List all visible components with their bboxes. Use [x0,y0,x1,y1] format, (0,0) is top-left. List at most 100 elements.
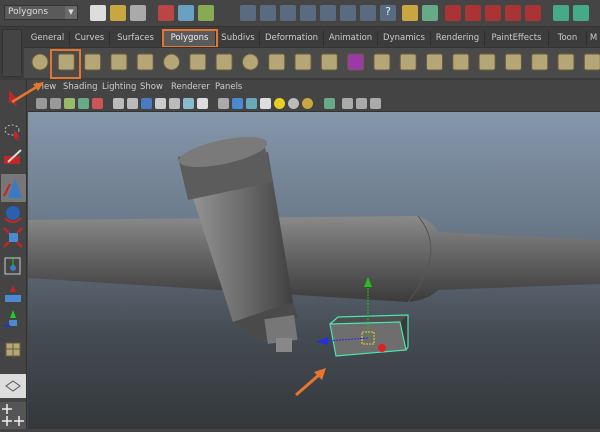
lock-selection-icon[interactable] [402,5,418,21]
extrude-icon[interactable] [373,53,391,71]
sculpt-icon[interactable] [347,53,365,71]
selected-cube[interactable] [329,314,409,357]
output-connections-icon[interactable] [573,5,589,21]
poly-torus-icon[interactable] [163,53,180,71]
cut-face-icon[interactable] [531,53,549,71]
x-axis-handle[interactable] [378,344,386,352]
select-by-hierarchy-icon[interactable] [158,5,174,21]
wedge-icon[interactable] [452,53,470,71]
image-plane-icon[interactable] [78,98,89,109]
field-chart-icon[interactable] [169,98,180,109]
tab-painteffects[interactable]: PaintEffects [485,31,549,46]
paint-select-icon[interactable] [4,149,22,164]
single-perspective-layout-icon[interactable] [0,374,26,398]
film-gate-icon[interactable] [127,98,138,109]
use-all-lights-icon[interactable] [274,98,285,109]
pipe-mesh[interactable] [28,131,600,352]
poly-pipe-icon[interactable] [215,53,233,71]
snap-view-plane-icon[interactable] [505,5,521,21]
textured-icon[interactable] [260,98,271,109]
select-handles-icon[interactable] [240,5,256,21]
menu-shading[interactable]: Shading [63,82,98,92]
tab-toon[interactable]: Toon [549,31,587,46]
split-icon[interactable] [426,53,443,71]
snap-curve-icon[interactable] [465,5,481,21]
poly-cube-icon[interactable] [57,53,75,71]
poly-soccer-ball-icon[interactable] [241,53,259,71]
isolate-select-icon[interactable] [324,98,335,109]
select-curves-icon[interactable] [280,5,296,21]
tab-more[interactable]: M [587,31,600,46]
separate-icon[interactable] [294,53,312,71]
graph-icon[interactable] [370,98,381,109]
perspective-viewport[interactable] [28,112,600,429]
shelf-options-handle[interactable] [2,29,22,77]
menu-lighting[interactable]: Lighting [102,82,136,92]
tab-subdivs[interactable]: Subdivs [217,31,260,46]
open-scene-icon[interactable] [110,5,126,21]
append-icon[interactable] [399,53,417,71]
select-misc-icon[interactable]: ? [380,5,396,21]
poly-cone-icon[interactable] [110,53,128,71]
wireframe-icon[interactable] [218,98,229,109]
tab-dynamics[interactable]: Dynamics [378,31,431,46]
select-camera-icon[interactable] [36,98,47,109]
highlight-selection-icon[interactable] [422,5,438,21]
tab-surfaces[interactable]: Surfaces [110,31,162,46]
gate-mask-icon[interactable] [155,98,166,109]
select-dynamics-icon[interactable] [340,5,356,21]
select-joints-icon[interactable] [260,5,276,21]
menu-show[interactable]: Show [140,82,163,92]
grid-icon[interactable] [113,98,124,109]
select-tool-icon[interactable] [9,90,18,106]
smooth-shade-icon[interactable] [232,98,243,109]
camera-attributes-icon[interactable] [50,98,61,109]
resolution-gate-icon[interactable] [141,98,152,109]
tab-deformation[interactable]: Deformation [260,31,324,46]
snap-grid-icon[interactable] [445,5,461,21]
select-by-object-icon[interactable] [178,5,194,21]
combine-icon[interactable] [268,53,286,71]
tab-curves[interactable]: Curves [70,31,110,46]
poly-cube-icon[interactable] [5,342,21,357]
tab-rendering[interactable]: Rendering [431,31,485,46]
new-scene-icon[interactable] [90,5,106,21]
tab-polygons[interactable]: Polygons [162,29,218,48]
make-live-icon[interactable] [525,5,541,21]
poly-cylinder-icon[interactable] [84,53,102,71]
xray-icon[interactable] [342,98,353,109]
tab-general[interactable]: General [26,31,70,46]
z-axis-arrow-icon[interactable] [316,337,328,345]
snap-point-icon[interactable] [485,5,501,21]
smooth-icon[interactable] [320,53,338,71]
select-by-component-icon[interactable] [198,5,214,21]
bookmarks-icon[interactable] [64,98,75,109]
soft-mod-icon[interactable] [5,285,21,302]
four-view-layout-icon[interactable] [0,402,26,429]
xray-joints-icon[interactable] [356,98,367,109]
safe-action-icon[interactable] [183,98,194,109]
select-surfaces-icon[interactable] [300,5,316,21]
bevel-icon[interactable] [478,53,496,71]
manipulator-icon[interactable] [4,257,21,275]
menu-view[interactable]: View [36,82,56,92]
poly-pyramid-icon[interactable] [189,53,207,71]
save-scene-icon[interactable] [130,5,146,21]
scale-tool-icon[interactable] [3,227,23,248]
shadows-icon[interactable] [288,98,299,109]
tab-animation[interactable]: Animation [324,31,378,46]
move-tool-icon[interactable] [1,174,26,202]
unfold-icon[interactable] [583,53,600,71]
lasso-tool-icon[interactable] [4,124,20,141]
2d-pan-zoom-icon[interactable] [92,98,103,109]
merge-icon[interactable] [504,53,522,71]
poly-plane-icon[interactable] [136,53,154,71]
input-connections-icon[interactable] [553,5,569,21]
select-deformations-icon[interactable] [320,5,336,21]
bridge-icon[interactable] [557,53,575,71]
rotate-tool-icon[interactable] [4,206,22,223]
select-rendering-icon[interactable] [360,5,376,21]
poly-sphere-icon[interactable] [31,53,49,71]
menu-set-selector[interactable]: Polygons ▼ [4,5,78,20]
safe-title-icon[interactable] [197,98,208,109]
